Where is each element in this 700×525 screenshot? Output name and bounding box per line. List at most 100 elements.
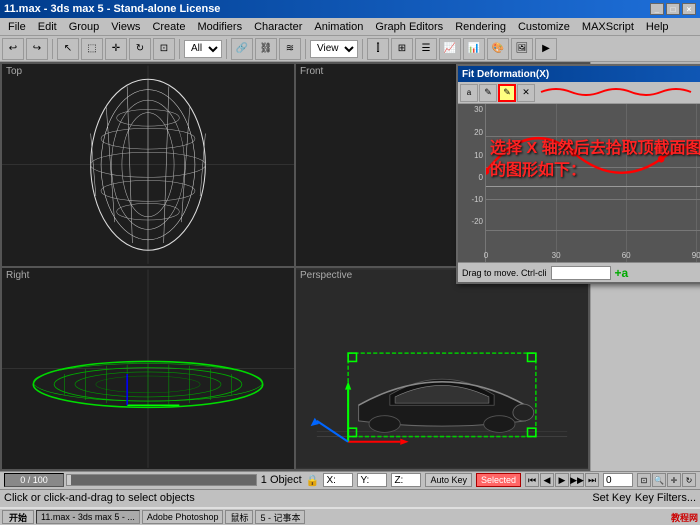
overlay-line1: 选择 X 轴然后去拾取顶截面图图。得到: [490, 138, 700, 160]
toolbar-separator-2: [179, 39, 180, 59]
layers-button[interactable]: ☰: [415, 38, 437, 60]
zoom-region-button[interactable]: 🔍: [652, 473, 666, 487]
undo-button[interactable]: ↩: [2, 38, 24, 60]
maximize-button[interactable]: □: [666, 3, 680, 15]
menu-rendering[interactable]: Rendering: [449, 18, 512, 35]
fit-deformation-dialog: Fit Deformation(X) — □ × a ✎ ✎ ✕: [456, 64, 700, 284]
menu-help[interactable]: Help: [640, 18, 675, 35]
zoom-extents-button[interactable]: ⊡: [637, 473, 651, 487]
go-end-button[interactable]: ⏭: [585, 473, 599, 487]
arc-rotate-button[interactable]: ↻: [682, 473, 696, 487]
align-button[interactable]: ⊞: [391, 38, 413, 60]
toolbar-separator-4: [305, 39, 306, 59]
title-bar-controls[interactable]: _ □ ×: [650, 3, 696, 15]
menu-modifiers[interactable]: Modifiers: [191, 18, 248, 35]
x-label-90: 90: [692, 251, 700, 260]
menu-animation[interactable]: Animation: [308, 18, 369, 35]
taskbar: 开始 11.max - 3ds max 5 - ... Adobe Photos…: [0, 507, 700, 525]
menu-file[interactable]: File: [2, 18, 32, 35]
fit-prompt-input[interactable]: [551, 266, 611, 280]
graph-main[interactable]: 0 30 60 90 120 150: [486, 104, 700, 262]
playback-controls: ⏮ ◀ ▶ ▶▶ ⏭: [525, 473, 599, 487]
z-field[interactable]: Z:: [391, 473, 421, 487]
select-region-button[interactable]: ⬚: [81, 38, 103, 60]
link-button[interactable]: 🔗: [231, 38, 253, 60]
scale-button[interactable]: ⊡: [153, 38, 175, 60]
y-field[interactable]: Y:: [357, 473, 387, 487]
fit-tb-icon-1[interactable]: ✎: [479, 84, 497, 102]
play-button[interactable]: ▶: [555, 473, 569, 487]
timeline-slider[interactable]: [66, 474, 257, 486]
auto-key-button[interactable]: Auto Key: [425, 473, 472, 487]
frame-counter: 0 / 100: [4, 473, 64, 487]
render-button[interactable]: 🖼: [511, 38, 533, 60]
menu-maxscript[interactable]: MAXScript: [576, 18, 640, 35]
main-toolbar: ↩ ↪ ↖ ⬚ ✛ ↻ ⊡ All 🔗 ⛓ ≋ View ⫿ ⊞ ☰ 📈 📊 🎨…: [0, 36, 700, 62]
viewport-top[interactable]: Top: [1, 63, 295, 267]
fit-prompt-bar: Drag to move. Ctrl-cli +a ↩ ⊞ ⬚ ⊡ ◻ 🔍 🔍+…: [458, 262, 700, 282]
go-start-button[interactable]: ⏮: [525, 473, 539, 487]
taskbar-right: 教程网: [671, 511, 698, 524]
menu-group[interactable]: Group: [63, 18, 106, 35]
y-label-30: 30: [474, 105, 483, 114]
menu-customize[interactable]: Customize: [512, 18, 576, 35]
menu-views[interactable]: Views: [105, 18, 146, 35]
frame-input[interactable]: 0: [603, 473, 633, 487]
taskbar-notepad[interactable]: 5 - 记事本: [255, 510, 305, 524]
view-dropdown[interactable]: View: [310, 40, 358, 58]
x-label-60: 60: [622, 251, 631, 260]
set-key-label: Set Key: [592, 492, 631, 504]
click-prompt: Click or click-and-drag to select object…: [4, 492, 195, 504]
quick-render-button[interactable]: ▶: [535, 38, 557, 60]
taskbar-3dsmax[interactable]: 11.max - 3ds max 5 - ...: [36, 510, 140, 524]
coord-bar: Click or click-and-drag to select object…: [0, 490, 700, 507]
x-field[interactable]: X:: [323, 473, 353, 487]
graph-y-axis: 30 20 10 0 -10 -20: [458, 104, 486, 262]
fit-toolbar: a ✎ ✎ ✕ ⚙ ≡ × ⊕: [458, 82, 700, 104]
viewport-persp-label: Perspective: [300, 270, 352, 281]
toolbar-separator-3: [226, 39, 227, 59]
y-label-neg10: -10: [471, 195, 483, 204]
viewport-front-label: Front: [300, 66, 323, 77]
title-text: 11.max - 3ds max 5 - Stand-alone License: [4, 3, 220, 15]
menu-character[interactable]: Character: [248, 18, 308, 35]
material-button[interactable]: 🎨: [487, 38, 509, 60]
prev-frame-button[interactable]: ◀: [540, 473, 554, 487]
main-content: Top: [0, 62, 700, 471]
curve-editor-button[interactable]: 📈: [439, 38, 461, 60]
y-label-10: 10: [474, 151, 483, 160]
menu-edit[interactable]: Edit: [32, 18, 63, 35]
fit-tb-icon-0[interactable]: a: [460, 84, 478, 102]
selected-display[interactable]: Selected: [476, 473, 521, 487]
bind-button[interactable]: ≋: [279, 38, 301, 60]
viewport-right[interactable]: Right: [1, 267, 295, 471]
minimize-button[interactable]: _: [650, 3, 664, 15]
mirror-button[interactable]: ⫿: [367, 38, 389, 60]
viewport-front[interactable]: Front Fit Deformation(X) — □ × a ✎: [295, 63, 589, 267]
object-count: 1 Object: [261, 474, 302, 486]
timeline-thumb[interactable]: [67, 475, 71, 485]
start-button[interactable]: 开始: [2, 510, 34, 524]
viewport-perspective[interactable]: Perspective: [295, 267, 589, 471]
move-button[interactable]: ✛: [105, 38, 127, 60]
unlink-button[interactable]: ⛓: [255, 38, 277, 60]
fit-tb-icon-3[interactable]: ✕: [517, 84, 535, 102]
y-label-neg20: -20: [471, 217, 483, 226]
overlay-instruction-text: 选择 X 轴然后去拾取顶截面图图。得到 的图形如下：: [486, 134, 700, 187]
viewport-right-label: Right: [6, 270, 29, 281]
taskbar-photoshop[interactable]: Adobe Photoshop: [142, 510, 224, 524]
fit-tb-icon-2[interactable]: ✎: [498, 84, 516, 102]
redo-button[interactable]: ↪: [26, 38, 48, 60]
toolbar-separator: [52, 39, 53, 59]
next-frame-button[interactable]: ▶▶: [570, 473, 584, 487]
schematic-button[interactable]: 📊: [463, 38, 485, 60]
select-button[interactable]: ↖: [57, 38, 79, 60]
taskbar-mouse[interactable]: 鼠标: [225, 510, 253, 524]
selection-filter-dropdown[interactable]: All: [184, 40, 222, 58]
rotate-button[interactable]: ↻: [129, 38, 151, 60]
menu-graph-editors[interactable]: Graph Editors: [369, 18, 449, 35]
close-button[interactable]: ×: [682, 3, 696, 15]
menu-create[interactable]: Create: [146, 18, 191, 35]
lock-icon: 🔒: [306, 474, 320, 487]
pan-button[interactable]: ✛: [667, 473, 681, 487]
